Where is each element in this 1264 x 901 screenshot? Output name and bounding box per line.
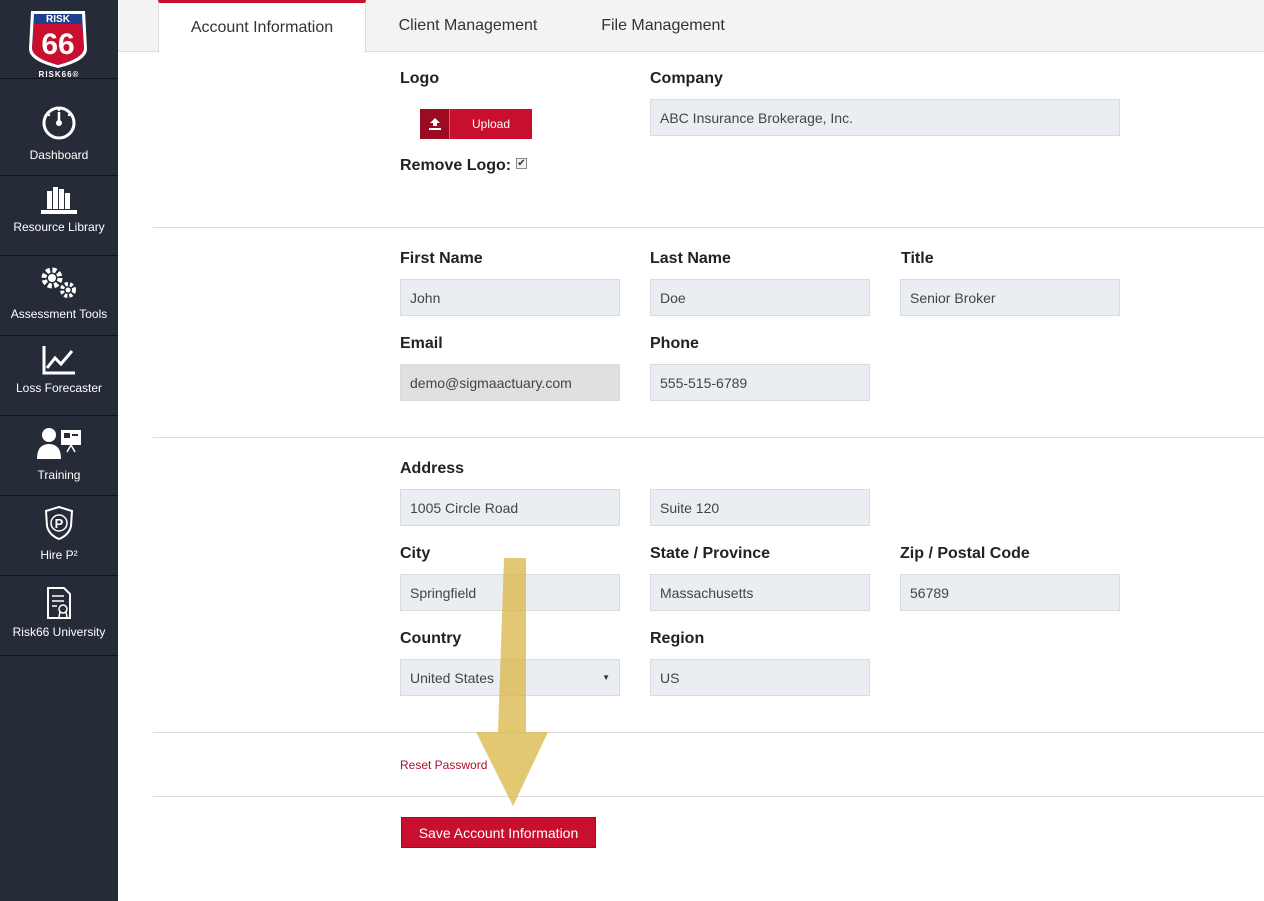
company-label: Company <box>650 70 723 87</box>
address-line2-input[interactable]: Suite 120 <box>650 489 870 526</box>
company-input[interactable]: ABC Insurance Brokerage, Inc. <box>650 99 1120 136</box>
svg-text:66: 66 <box>41 28 74 61</box>
sidebar-item-loss-forecaster[interactable]: Loss Forecaster <box>0 336 118 416</box>
first-name-input[interactable]: John <box>400 279 620 316</box>
chevron-down-icon: ▼ <box>602 673 610 682</box>
remove-logo-checkbox[interactable]: ✔ <box>516 158 527 169</box>
upload-label: Upload <box>471 117 511 131</box>
sidebar-item-label: Risk66 University <box>12 625 106 639</box>
logo-label: Logo <box>400 70 440 87</box>
address-line1-input[interactable]: 1005 Circle Road <box>400 489 620 526</box>
city-label: City <box>400 545 431 562</box>
shield-p-icon: P <box>0 506 118 540</box>
zip-label: Zip / Postal Code <box>900 545 1030 562</box>
sidebar-item-label: Hire P² <box>40 548 78 562</box>
sidebar: RISK 66 RISK66® Dashboard Resource Libra… <box>0 0 118 901</box>
upload-button[interactable]: Upload <box>420 109 532 139</box>
svg-text:P: P <box>55 516 64 531</box>
title-label: Title <box>901 250 934 267</box>
remove-logo-label: Remove Logo: <box>400 157 512 174</box>
sidebar-item-dashboard[interactable]: Dashboard <box>0 79 118 176</box>
sidebar-item-training[interactable]: Training <box>0 416 118 496</box>
sidebar-item-resource-library[interactable]: Resource Library <box>0 176 118 256</box>
tab-account-information[interactable]: Account Information <box>158 0 366 53</box>
save-account-button[interactable]: Save Account Information <box>401 817 596 848</box>
city-input[interactable]: Springfield <box>400 574 620 611</box>
country-select[interactable]: United States ▼ <box>400 659 620 696</box>
dashboard-icon <box>0 105 118 141</box>
sidebar-item-risk66-university[interactable]: Risk66 University <box>0 576 118 656</box>
upload-icon <box>420 109 450 139</box>
sidebar-item-label: Dashboard <box>29 148 89 162</box>
sidebar-item-label: Loss Forecaster <box>15 381 103 395</box>
logo-subtitle: RISK66® <box>38 70 80 79</box>
sidebar-item-label: Resource Library <box>13 220 105 234</box>
gears-icon <box>0 265 118 301</box>
country-select-value: United States <box>410 669 495 686</box>
training-icon <box>0 426 118 460</box>
title-input[interactable]: Senior Broker <box>900 279 1120 316</box>
divider <box>153 796 1264 797</box>
phone-label: Phone <box>650 335 699 352</box>
certificate-icon <box>0 586 118 620</box>
country-label: Country <box>400 630 462 647</box>
last-name-input[interactable]: Doe <box>650 279 870 316</box>
sidebar-item-label: Training <box>37 468 81 482</box>
email-label: Email <box>400 335 443 352</box>
phone-input[interactable]: 555-515-6789 <box>650 364 870 401</box>
tab-bar: Account Information Client Management Fi… <box>118 0 1264 53</box>
region-label: Region <box>650 630 705 647</box>
divider <box>153 437 1264 438</box>
sidebar-item-label: Assessment Tools <box>10 307 108 321</box>
library-icon <box>0 185 118 215</box>
divider <box>153 227 1264 228</box>
zip-input[interactable]: 56789 <box>900 574 1120 611</box>
reset-password-link[interactable]: Reset Password <box>400 758 487 772</box>
tab-file-management[interactable]: File Management <box>578 0 748 52</box>
address-label: Address <box>400 460 465 477</box>
chart-line-icon <box>0 344 118 376</box>
last-name-label: Last Name <box>650 250 731 267</box>
state-input[interactable]: Massachusetts <box>650 574 870 611</box>
logo[interactable]: RISK 66 RISK66® <box>0 0 118 79</box>
region-input[interactable]: US <box>650 659 870 696</box>
svg-text:RISK: RISK <box>46 14 71 25</box>
sidebar-item-assessment-tools[interactable]: Assessment Tools <box>0 256 118 336</box>
risk66-logo-icon: RISK 66 <box>29 11 87 68</box>
tab-client-management[interactable]: Client Management <box>378 0 558 52</box>
email-input: demo@sigmaactuary.com <box>400 364 620 401</box>
state-label: State / Province <box>650 545 771 562</box>
sidebar-item-hire-p2[interactable]: P Hire P² <box>0 496 118 576</box>
divider <box>153 732 1264 733</box>
first-name-label: First Name <box>400 250 483 267</box>
